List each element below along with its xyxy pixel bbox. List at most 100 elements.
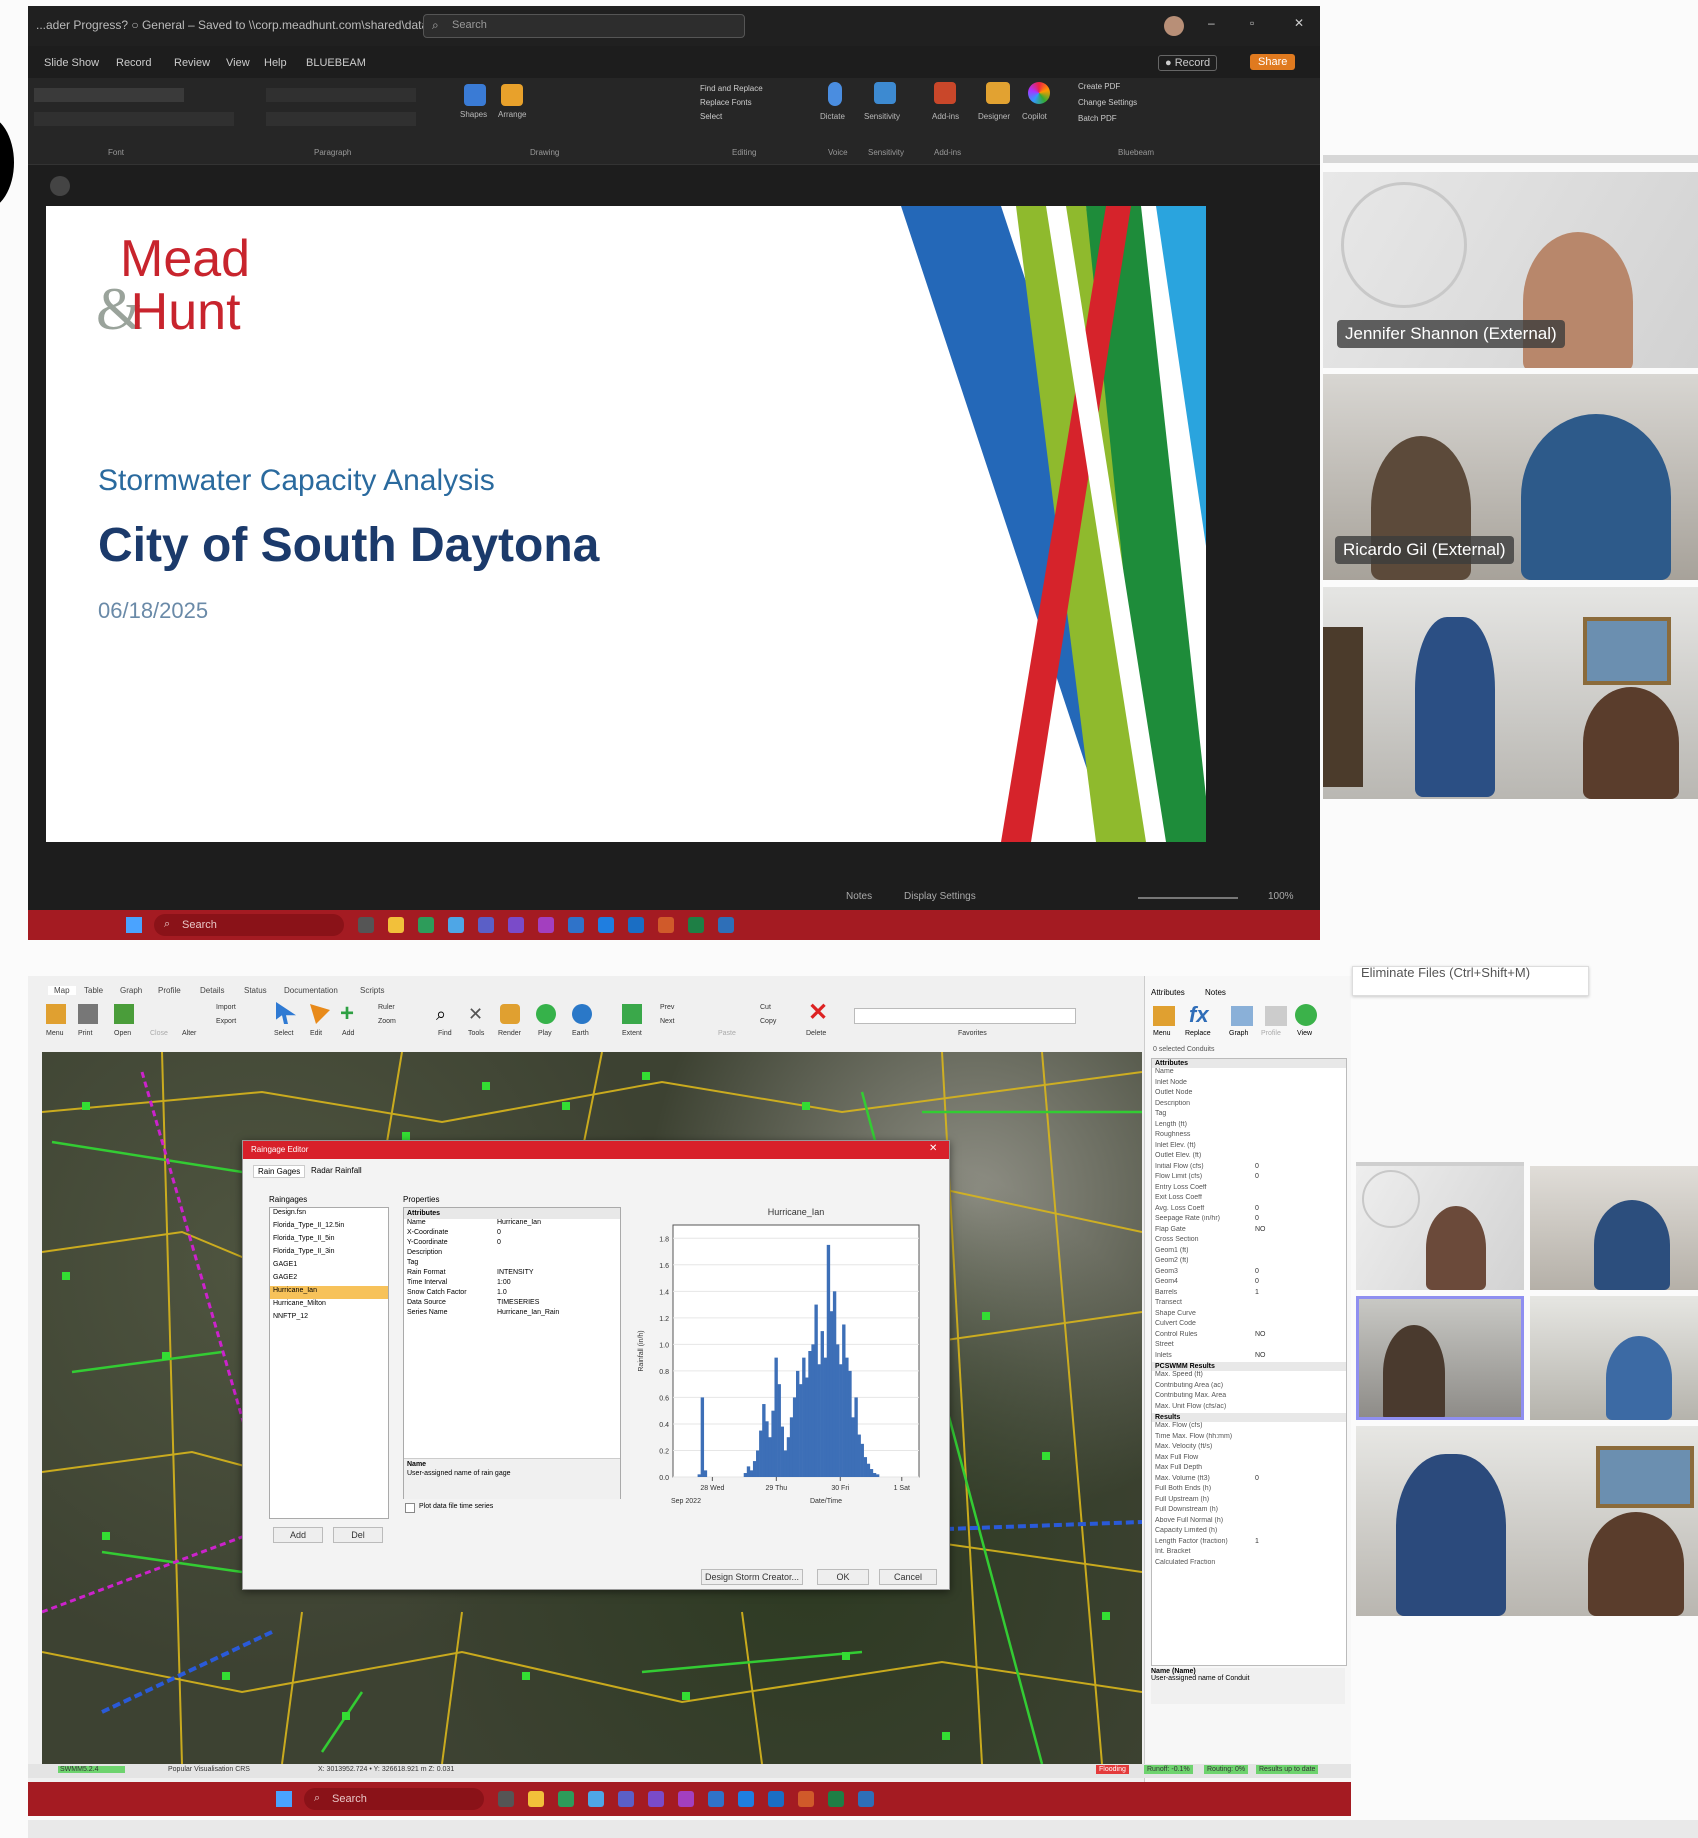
design-storm-button[interactable]: Design Storm Creator... <box>701 1569 803 1585</box>
attribute-row[interactable]: Contributing Area (ac) <box>1152 1382 1346 1393</box>
crs-label[interactable]: Popular Visualisation CRS <box>168 1766 250 1773</box>
attribute-value[interactable]: 0 <box>1255 1475 1259 1486</box>
tab-profile[interactable]: Profile <box>158 986 181 995</box>
attribute-value[interactable]: 0 <box>1255 1163 1259 1174</box>
copilot-icon[interactable] <box>1028 82 1050 104</box>
list-item[interactable]: NNFTP_12 <box>270 1312 388 1325</box>
menu-help[interactable]: Help <box>264 57 287 69</box>
attribute-row[interactable]: Max. Volume (ft3) 0 <box>1152 1475 1346 1486</box>
attribute-row[interactable]: Geom2 (ft) <box>1152 1257 1346 1268</box>
find-icon[interactable]: ⌕ <box>436 1004 456 1024</box>
attribute-row[interactable]: Cross Section <box>1152 1236 1346 1247</box>
add-button[interactable]: Add <box>273 1527 323 1543</box>
attribute-grid[interactable]: Attributes Name Inlet Node Outlet Node Desc… <box>1151 1058 1347 1666</box>
attribute-value[interactable]: NO <box>1255 1352 1266 1363</box>
microphone-icon[interactable] <box>828 82 842 106</box>
attribute-row[interactable]: Culvert Code <box>1152 1320 1346 1331</box>
menu-review[interactable]: Review <box>174 57 210 69</box>
taskbar-search[interactable]: ⌕ Search <box>304 1788 484 1810</box>
onenote-icon[interactable] <box>678 1791 694 1807</box>
video-tile[interactable] <box>1356 1166 1524 1290</box>
attribute-row[interactable]: Geom3 0 <box>1152 1268 1346 1279</box>
select-icon[interactable] <box>276 1002 296 1024</box>
property-row[interactable]: Description <box>404 1249 620 1259</box>
attribute-row[interactable]: Outlet Elev. (ft) <box>1152 1152 1346 1163</box>
list-item[interactable]: Hurricane_Ian <box>270 1286 388 1299</box>
powerpoint-icon[interactable] <box>658 917 674 933</box>
tab-attributes[interactable]: Attributes <box>1151 988 1185 997</box>
toolbar-paste[interactable]: Paste <box>718 1030 736 1037</box>
delete-icon[interactable]: ✕ <box>808 1001 828 1025</box>
attribute-row[interactable]: Geom4 0 <box>1152 1278 1346 1289</box>
attribute-value[interactable]: 0 <box>1255 1268 1259 1279</box>
sensitivity-icon[interactable] <box>874 82 896 104</box>
toolbar-close[interactable]: Close <box>150 1030 168 1037</box>
attribute-value[interactable]: 0 <box>1255 1215 1259 1226</box>
attribute-value[interactable]: 1 <box>1255 1538 1259 1549</box>
fx-icon[interactable]: fx <box>1189 1002 1209 1028</box>
attribute-row[interactable]: Barrels 1 <box>1152 1289 1346 1300</box>
menu-view[interactable]: View <box>226 57 250 69</box>
property-value[interactable]: 0 <box>497 1239 501 1249</box>
attribute-row[interactable]: Flow Limit (cfs) 0 <box>1152 1173 1346 1184</box>
paragraph-row-2[interactable] <box>266 112 416 126</box>
view-icon[interactable] <box>1295 1004 1317 1026</box>
attribute-row[interactable]: Inlet Elev. (ft) <box>1152 1142 1346 1153</box>
attribute-value[interactable]: 0 <box>1255 1173 1259 1184</box>
attribute-row[interactable]: Time Max. Flow (hh:mm) <box>1152 1433 1346 1444</box>
attribute-row[interactable]: Inlets NO <box>1152 1352 1346 1363</box>
batch-pdf-button[interactable]: Batch PDF <box>1078 114 1117 123</box>
zoom-slider[interactable] <box>1138 897 1238 899</box>
display-settings-button[interactable]: Display Settings <box>904 891 976 902</box>
attribute-row[interactable]: Max Full Flow <box>1152 1454 1346 1465</box>
tab-details[interactable]: Details <box>200 986 224 995</box>
list-item[interactable]: GAGE1 <box>270 1260 388 1273</box>
attribute-row[interactable]: Max. Velocity (ft/s) <box>1152 1443 1346 1454</box>
video-tile-active[interactable] <box>1356 1296 1524 1420</box>
toolbar-zoom[interactable]: Zoom <box>378 1018 396 1025</box>
engine-version[interactable]: SWMM5.2.4 <box>58 1766 125 1773</box>
share-button[interactable]: Share <box>1250 54 1296 70</box>
attribute-row[interactable]: Contributing Max. Area <box>1152 1392 1346 1403</box>
attribute-row[interactable]: Length (ft) <box>1152 1121 1346 1132</box>
list-item[interactable]: Florida_Type_II_3in <box>270 1247 388 1260</box>
tab-status[interactable]: Status <box>244 986 267 995</box>
slide-canvas[interactable]: Mead &Hunt Stormwater Capacity Analysis … <box>46 206 1206 842</box>
property-value[interactable]: INTENSITY <box>497 1269 534 1279</box>
toolbar-cut[interactable]: Cut <box>760 1004 771 1011</box>
font-format-row[interactable] <box>34 112 234 126</box>
attribute-row[interactable]: Above Full Normal (h) <box>1152 1517 1346 1528</box>
property-row[interactable]: X-Coordinate 0 <box>404 1229 620 1239</box>
edge-icon[interactable] <box>558 1791 574 1807</box>
attribute-row[interactable]: Int. Bracket <box>1152 1548 1346 1559</box>
favorites-dropdown[interactable] <box>854 1008 1076 1024</box>
toolbar-import[interactable]: Import <box>216 1004 236 1011</box>
app-icon[interactable] <box>508 917 524 933</box>
word-icon[interactable] <box>628 917 644 933</box>
replace-fonts-button[interactable]: Replace Fonts <box>700 98 752 107</box>
property-value[interactable]: TIMESERIES <box>497 1299 539 1309</box>
toolbar-prev[interactable]: Prev <box>660 1004 674 1011</box>
toolbar-ruler[interactable]: Ruler <box>378 1004 395 1011</box>
excel-icon[interactable] <box>688 917 704 933</box>
find-replace-button[interactable]: Find and Replace <box>700 84 763 93</box>
attribute-row[interactable]: Entry Loss Coeff <box>1152 1184 1346 1195</box>
windows-start-icon[interactable] <box>126 917 142 933</box>
slide-nav-icon[interactable] <box>50 176 70 196</box>
property-row[interactable]: Snow Catch Factor 1.0 <box>404 1289 620 1299</box>
property-row[interactable]: Series Name Hurricane_Ian_Rain <box>404 1309 620 1319</box>
font-name-box[interactable] <box>34 88 184 102</box>
change-settings-button[interactable]: Change Settings <box>1078 98 1137 107</box>
zoom-level[interactable]: 100% <box>1268 891 1294 902</box>
attribute-row[interactable]: Street <box>1152 1341 1346 1352</box>
attribute-row[interactable]: Max. Unit Flow (cfs/ac) <box>1152 1403 1346 1414</box>
app-icon[interactable] <box>588 1791 604 1807</box>
attribute-row[interactable]: Max. Flow (cfs) <box>1152 1422 1346 1433</box>
dialog-close-button[interactable]: ✕ <box>929 1143 937 1154</box>
shapes-icon[interactable] <box>464 84 486 106</box>
attribute-row[interactable]: Capacity Limited (h) <box>1152 1527 1346 1538</box>
attribute-row[interactable]: Full Upstream (h) <box>1152 1496 1346 1507</box>
video-tile[interactable] <box>1323 587 1698 799</box>
addins-icon[interactable] <box>934 82 956 104</box>
edge-icon[interactable] <box>418 917 434 933</box>
